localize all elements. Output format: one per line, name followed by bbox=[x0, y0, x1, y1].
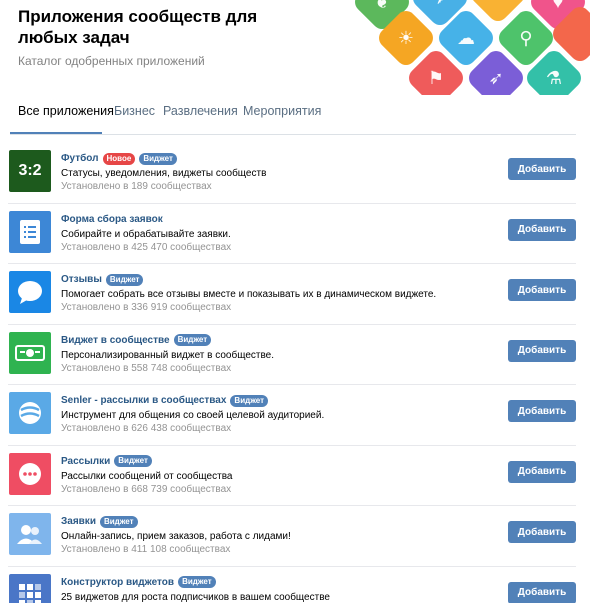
header-illustration: ❦ ✈ ♥ ☀ ☁ ⚲ ⚑ ➶ ⚗ bbox=[340, 0, 590, 95]
page-subtitle: Каталог одобренных приложений bbox=[18, 54, 205, 68]
widget-badge: Виджет bbox=[139, 152, 177, 165]
widget-badge: Виджет bbox=[105, 273, 144, 286]
install-count: Установлено в 425 470 сообществах bbox=[61, 241, 232, 253]
app-description: 25 виджетов для роста подписчиков в ваше… bbox=[61, 591, 330, 603]
add-button[interactable]: Добавить bbox=[508, 339, 576, 362]
add-button[interactable]: Добавить bbox=[508, 400, 576, 422]
app-name[interactable]: Виджет в сообществе bbox=[61, 335, 170, 346]
add-button[interactable]: Добавить bbox=[508, 460, 576, 483]
tab-events[interactable]: Мероприятия bbox=[243, 104, 321, 135]
list-item: Заявки Виджет Онлайн-запись, прием заказ… bbox=[8, 506, 576, 567]
football-score-icon: 3:2 bbox=[9, 150, 51, 192]
app-description: Инструмент для общения со своей целевой … bbox=[61, 410, 325, 421]
constructor-icon bbox=[9, 573, 51, 603]
app-description: Онлайн-запись, прием заказов, работа с л… bbox=[61, 531, 291, 542]
app-list: 3:2 Футбол Новое Виджет Статусы, уведомл… bbox=[0, 143, 590, 603]
install-count: Установлено в 558 748 сообществах bbox=[61, 362, 232, 374]
page-title: Приложения сообществ для любых задач bbox=[18, 7, 258, 47]
icon-label: 3:2 bbox=[18, 162, 42, 179]
users-icon bbox=[9, 513, 51, 555]
chat-bubble-icon bbox=[9, 271, 51, 313]
app-description: Собирайте и обрабатывайте заявки. bbox=[61, 228, 231, 240]
install-count: Установлено в 626 438 сообществах bbox=[61, 423, 232, 434]
app-name[interactable]: Футбол bbox=[61, 153, 99, 164]
tab-business[interactable]: Бизнес bbox=[114, 104, 155, 135]
tab-entertainment[interactable]: Развлечения bbox=[163, 104, 238, 135]
widget-badge: Виджет bbox=[99, 515, 138, 528]
add-button[interactable]: Добавить bbox=[508, 279, 576, 301]
app-description: Рассылки сообщений от сообщества bbox=[61, 470, 233, 482]
app-description: Статусы, уведомления, виджеты сообществ bbox=[61, 168, 267, 179]
list-item: Конструктор виджетов Виджет 25 виджетов … bbox=[8, 567, 576, 603]
add-button[interactable]: Добавить bbox=[508, 521, 576, 543]
list-item: 3:2 Футбол Новое Виджет Статусы, уведомл… bbox=[8, 143, 576, 204]
app-description: Персонализированный виджет в сообществе. bbox=[61, 349, 275, 361]
install-count: Установлено в 189 сообществах bbox=[61, 181, 212, 192]
form-icon bbox=[9, 210, 51, 253]
app-name[interactable]: Заявки bbox=[61, 516, 96, 527]
widget-badge: Виджет bbox=[178, 576, 216, 588]
app-name[interactable]: Конструктор виджетов bbox=[61, 577, 174, 588]
widget-badge: Виджет bbox=[173, 334, 212, 346]
list-item: Виджет в сообществе Виджет Персонализиро… bbox=[8, 325, 576, 385]
install-count: Установлено в 668 739 сообществах bbox=[61, 483, 232, 495]
app-name[interactable]: Senler - рассылки в сообществах bbox=[61, 395, 226, 406]
list-item: Рассылки Виджет Рассылки сообщений от со… bbox=[8, 446, 576, 506]
app-name[interactable]: Рассылки bbox=[61, 456, 110, 467]
widget-badge: Виджет bbox=[114, 455, 152, 467]
app-name[interactable]: Отзывы bbox=[61, 274, 102, 285]
install-count: Установлено в 411 108 сообществах bbox=[61, 544, 231, 555]
category-tabs: Все приложения Бизнес Развлечения Меропр… bbox=[18, 104, 590, 135]
widget-icon bbox=[9, 331, 51, 374]
list-item: Senler - рассылки в сообществах Виджет И… bbox=[8, 385, 576, 446]
list-item: Отзывы Виджет Помогает собрать все отзыв… bbox=[8, 264, 576, 325]
message-dots-icon bbox=[9, 452, 51, 495]
app-description: Помогает собрать все отзывы вместе и пок… bbox=[61, 289, 437, 300]
add-button[interactable]: Добавить bbox=[508, 581, 576, 603]
tabs-divider bbox=[10, 134, 576, 135]
app-name[interactable]: Форма сбора заявок bbox=[61, 214, 163, 225]
add-button[interactable]: Добавить bbox=[508, 158, 576, 180]
install-count: Установлено в 336 919 сообществах bbox=[61, 302, 232, 313]
widget-badge: Виджет bbox=[230, 394, 269, 407]
tab-all-apps[interactable]: Все приложения bbox=[18, 104, 114, 135]
add-button[interactable]: Добавить bbox=[508, 218, 576, 241]
senler-icon bbox=[9, 392, 51, 434]
new-badge: Новое bbox=[102, 152, 136, 165]
list-item: Форма сбора заявок Собирайте и обрабатыв… bbox=[8, 204, 576, 264]
page-header: Приложения сообществ для любых задач Кат… bbox=[0, 0, 590, 95]
